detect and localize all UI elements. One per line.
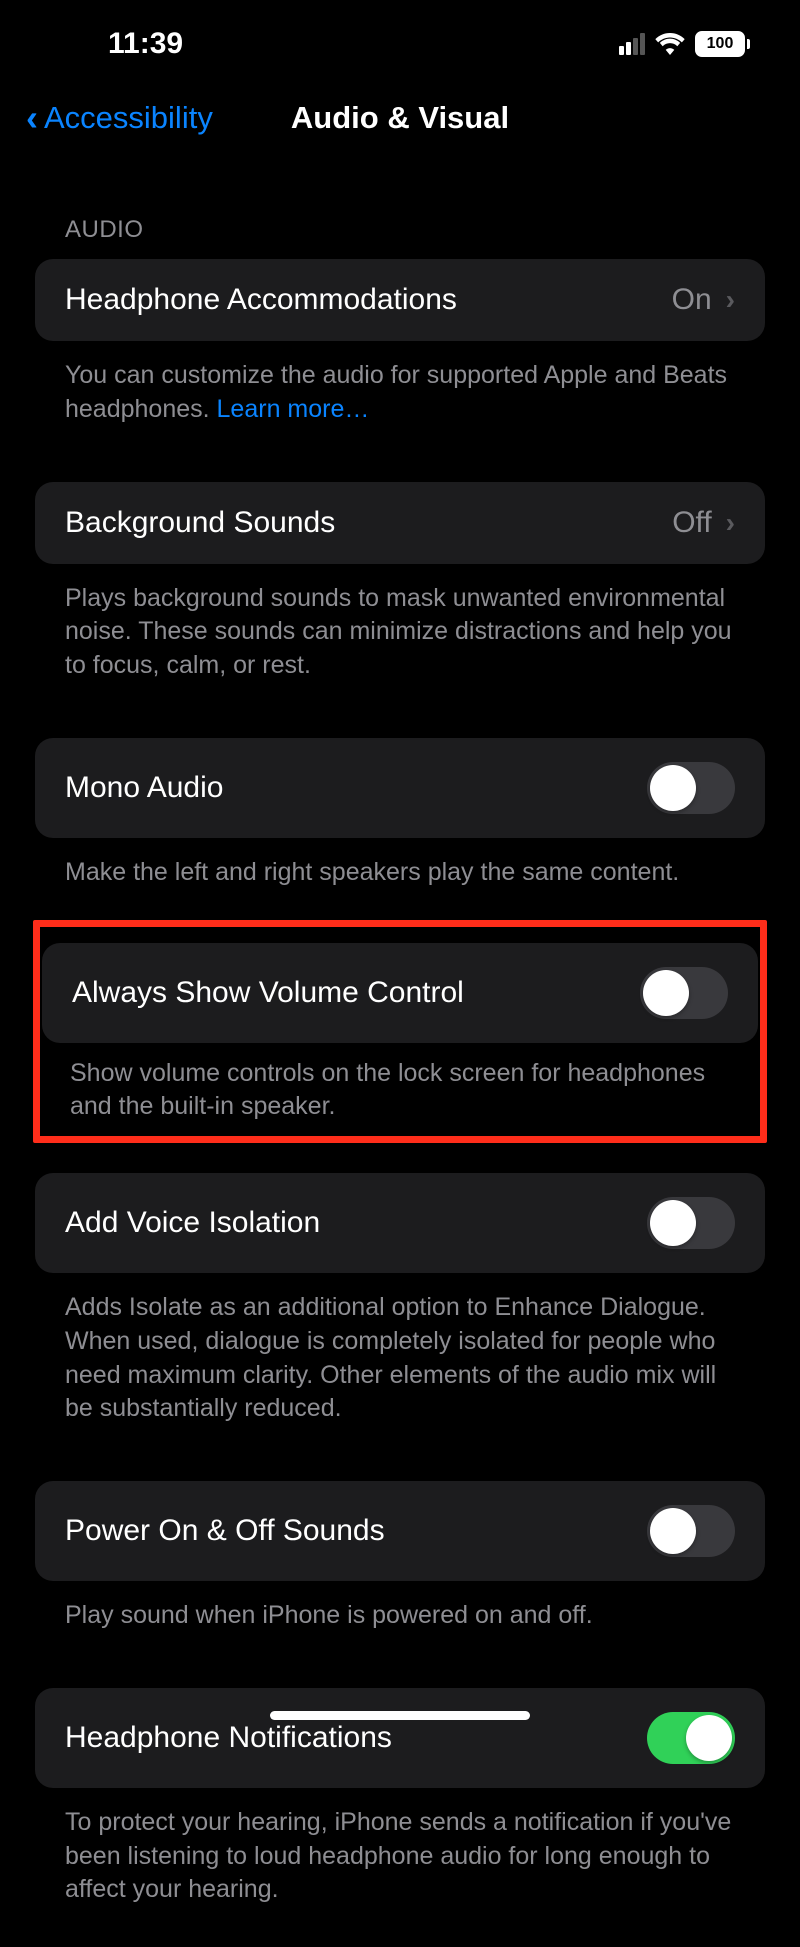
row-power-sounds: Power On & Off Sounds xyxy=(35,1481,765,1581)
row-label: Power On & Off Sounds xyxy=(65,1514,385,1548)
learn-more-link[interactable]: Learn more… xyxy=(217,395,370,423)
row-value: Off xyxy=(672,506,711,540)
row-label: Add Voice Isolation xyxy=(65,1206,320,1240)
row-mono-audio: Mono Audio xyxy=(35,738,765,838)
cellular-signal-icon xyxy=(619,33,645,55)
toggle-voice-isolation[interactable] xyxy=(647,1197,735,1249)
back-label: Accessibility xyxy=(44,100,213,136)
toggle-power-sounds[interactable] xyxy=(647,1505,735,1557)
footer-headphone-accom: You can customize the audio for supporte… xyxy=(35,341,765,427)
row-always-show-volume-control: Always Show Volume Control xyxy=(42,943,758,1043)
row-label: Background Sounds xyxy=(65,506,335,540)
status-time: 11:39 xyxy=(108,27,183,61)
footer-headphone-notif: To protect your hearing, iPhone sends a … xyxy=(35,1788,765,1907)
wifi-icon xyxy=(655,33,685,55)
page-title: Audio & Visual xyxy=(291,100,509,136)
footer-voice-isolation: Adds Isolate as an additional option to … xyxy=(35,1273,765,1426)
battery-icon: 100 xyxy=(695,31,750,57)
status-icons: 100 xyxy=(619,31,750,57)
chevron-right-icon: › xyxy=(726,507,735,539)
nav-bar: ‹ Accessibility Audio & Visual xyxy=(0,80,800,166)
section-header-audio: AUDIO xyxy=(35,166,765,259)
row-label: Mono Audio xyxy=(65,771,223,805)
status-bar: 11:39 100 xyxy=(0,0,800,80)
home-indicator[interactable] xyxy=(270,1711,530,1720)
row-value: On xyxy=(672,283,712,317)
footer-volume-control: Show volume controls on the lock screen … xyxy=(40,1043,760,1125)
footer-background-sounds: Plays background sounds to mask unwanted… xyxy=(35,564,765,683)
row-headphone-notifications: Headphone Notifications xyxy=(35,1688,765,1788)
chevron-left-icon: ‹ xyxy=(26,97,38,139)
row-label: Headphone Accommodations xyxy=(65,283,457,317)
row-label: Always Show Volume Control xyxy=(72,976,464,1010)
toggle-volume-control[interactable] xyxy=(640,967,728,1019)
chevron-right-icon: › xyxy=(726,284,735,316)
back-button[interactable]: ‹ Accessibility xyxy=(26,97,213,139)
row-background-sounds[interactable]: Background Sounds Off › xyxy=(35,482,765,564)
footer-power-sounds: Play sound when iPhone is powered on and… xyxy=(35,1581,765,1633)
row-label: Headphone Notifications xyxy=(65,1721,392,1755)
row-headphone-accommodations[interactable]: Headphone Accommodations On › xyxy=(35,259,765,341)
row-add-voice-isolation: Add Voice Isolation xyxy=(35,1173,765,1273)
toggle-headphone-notifications[interactable] xyxy=(647,1712,735,1764)
footer-mono-audio: Make the left and right speakers play th… xyxy=(35,838,765,890)
highlight-annotation: Always Show Volume Control Show volume c… xyxy=(33,920,767,1144)
toggle-mono-audio[interactable] xyxy=(647,762,735,814)
